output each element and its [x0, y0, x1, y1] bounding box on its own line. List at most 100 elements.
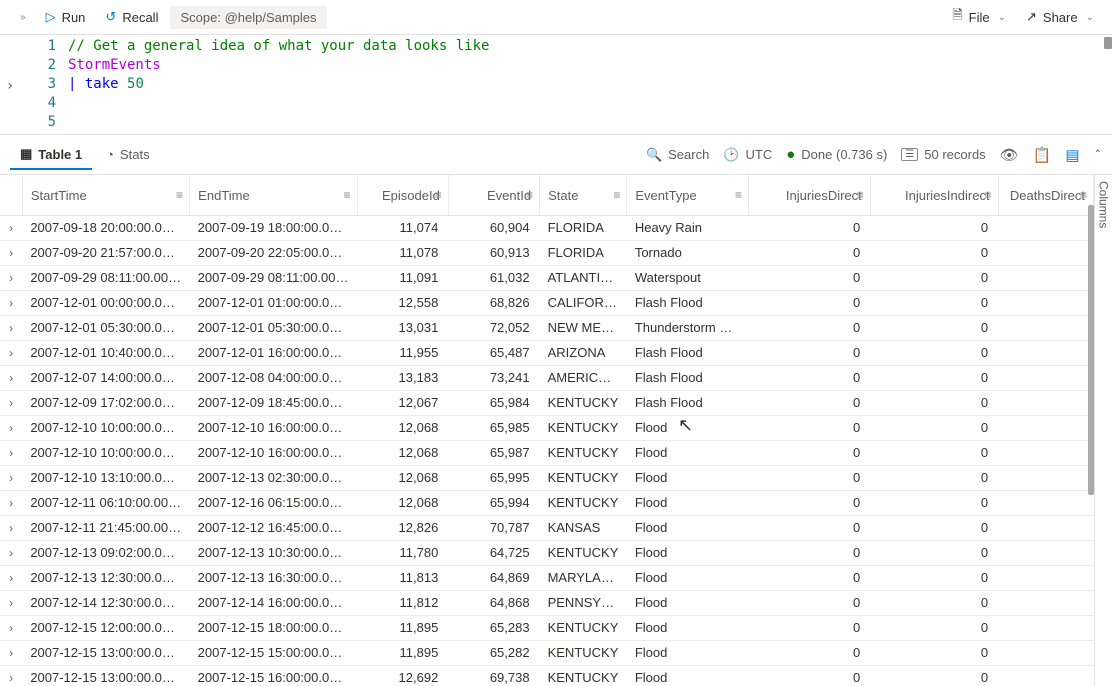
table-row[interactable]: ›2007-12-10 10:00:00.00002007-12-10 16:0…: [0, 440, 1094, 465]
filter-icon[interactable]: ≡: [857, 188, 864, 202]
editor-scrollbar-thumb[interactable]: [1104, 37, 1112, 49]
cell: 0: [870, 490, 998, 515]
cell: 2007-12-16 06:15:00.0000: [190, 490, 357, 515]
search-button[interactable]: 🔍 Search: [646, 147, 709, 163]
expand-row-icon[interactable]: ›: [0, 365, 22, 390]
expand-toolbar-button[interactable]: »: [10, 8, 34, 27]
cell: [998, 215, 1093, 240]
cell: 2007-12-10 13:10:00.0000: [22, 465, 189, 490]
code-line[interactable]: [68, 113, 1112, 132]
expand-row-icon[interactable]: ›: [0, 590, 22, 615]
table-row[interactable]: ›2007-12-15 13:00:00.00002007-12-15 16:0…: [0, 665, 1094, 686]
expand-row-icon[interactable]: ›: [0, 465, 22, 490]
columns-panel-toggle[interactable]: Columns: [1094, 175, 1112, 686]
code-area[interactable]: // Get a general idea of what your data …: [68, 37, 1112, 134]
table-row[interactable]: ›2007-12-10 10:00:00.00002007-12-10 16:0…: [0, 415, 1094, 440]
scope-selector[interactable]: Scope: @help/Samples: [170, 6, 326, 29]
expand-row-icon[interactable]: ›: [0, 415, 22, 440]
expand-row-icon[interactable]: ›: [0, 290, 22, 315]
column-header-StartTime[interactable]: StartTime≡: [22, 175, 189, 215]
filter-icon[interactable]: ≡: [435, 188, 442, 202]
cell: NEW MEX…: [540, 315, 627, 340]
column-header-DeathsDirect[interactable]: DeathsDirect≡: [998, 175, 1093, 215]
collapse-panel-icon[interactable]: ⌃: [1094, 149, 1102, 160]
expand-row-icon[interactable]: ›: [0, 315, 22, 340]
table-row[interactable]: ›2007-12-01 05:30:00.00002007-12-01 05:3…: [0, 315, 1094, 340]
table-scrollbar[interactable]: [1084, 205, 1094, 686]
filter-icon[interactable]: ≡: [176, 188, 183, 202]
table-row[interactable]: ›2007-12-15 13:00:00.00002007-12-15 15:0…: [0, 640, 1094, 665]
table-row[interactable]: ›2007-12-13 09:02:00.00002007-12-13 10:3…: [0, 540, 1094, 565]
run-button[interactable]: ▷ Run: [38, 5, 94, 29]
expand-row-icon[interactable]: ›: [0, 540, 22, 565]
expand-row-icon[interactable]: ›: [0, 440, 22, 465]
copy-icon[interactable]: 📋: [1033, 146, 1052, 164]
filter-icon[interactable]: ≡: [526, 188, 533, 202]
layout-icon[interactable]: ▤: [1065, 146, 1079, 164]
code-line[interactable]: [68, 94, 1112, 113]
expand-row-icon[interactable]: ›: [0, 340, 22, 365]
recall-button[interactable]: ↺ Recall: [97, 5, 166, 29]
table-row[interactable]: ›2007-12-15 12:00:00.00002007-12-15 18:0…: [0, 615, 1094, 640]
collapse-editor-button[interactable]: ›: [0, 37, 20, 134]
table-row[interactable]: ›2007-09-20 21:57:00.00002007-09-20 22:0…: [0, 240, 1094, 265]
header-row: StartTime≡EndTime≡EpisodeId≡EventId≡Stat…: [0, 175, 1094, 215]
column-header-EventId[interactable]: EventId≡: [448, 175, 539, 215]
column-header-expand[interactable]: [0, 175, 22, 215]
cell: 0: [749, 365, 871, 390]
cell: 61,032: [448, 265, 539, 290]
expand-row-icon[interactable]: ›: [0, 215, 22, 240]
expand-row-icon[interactable]: ›: [0, 565, 22, 590]
expand-row-icon[interactable]: ›: [0, 615, 22, 640]
table-row[interactable]: ›2007-09-29 08:11:00.00002007-09-29 08:1…: [0, 265, 1094, 290]
expand-row-icon[interactable]: ›: [0, 515, 22, 540]
filter-icon[interactable]: ≡: [735, 188, 742, 202]
table-row[interactable]: ›2007-09-18 20:00:00.00002007-09-19 18:0…: [0, 215, 1094, 240]
cell: 72,052: [448, 315, 539, 340]
code-line[interactable]: StormEvents: [68, 56, 1112, 75]
code-line[interactable]: // Get a general idea of what your data …: [68, 37, 1112, 56]
table-row[interactable]: ›2007-12-10 13:10:00.00002007-12-13 02:3…: [0, 465, 1094, 490]
column-header-InjuriesIndirect[interactable]: InjuriesIndirect≡: [870, 175, 998, 215]
table-row[interactable]: ›2007-12-11 21:45:00.00002007-12-12 16:4…: [0, 515, 1094, 540]
column-header-InjuriesDirect[interactable]: InjuriesDirect≡: [749, 175, 871, 215]
table-row[interactable]: ›2007-12-01 10:40:00.00002007-12-01 16:0…: [0, 340, 1094, 365]
filter-icon[interactable]: ≡: [985, 188, 992, 202]
column-header-EndTime[interactable]: EndTime≡: [190, 175, 357, 215]
table-row[interactable]: ›2007-12-13 12:30:00.00002007-12-13 16:3…: [0, 565, 1094, 590]
table-row[interactable]: ›2007-12-09 17:02:00.00002007-12-09 18:4…: [0, 390, 1094, 415]
table-row[interactable]: ›2007-12-11 06:10:00.00002007-12-16 06:1…: [0, 490, 1094, 515]
expand-row-icon[interactable]: ›: [0, 665, 22, 686]
expand-row-icon[interactable]: ›: [0, 240, 22, 265]
code-line[interactable]: | take 50: [68, 75, 1112, 94]
expand-row-icon[interactable]: ›: [0, 390, 22, 415]
cell: AMERICA…: [540, 365, 627, 390]
tab-table[interactable]: ▦ Table 1: [10, 140, 92, 170]
line-gutter: 12345: [20, 37, 68, 134]
table-row[interactable]: ›2007-12-01 00:00:00.00002007-12-01 01:0…: [0, 290, 1094, 315]
cell: Flood: [627, 440, 749, 465]
filter-icon[interactable]: ≡: [613, 188, 620, 202]
preview-icon[interactable]: 👁: [1000, 146, 1019, 164]
cell: 69,738: [448, 665, 539, 686]
table-row[interactable]: ›2007-12-07 14:00:00.00002007-12-08 04:0…: [0, 365, 1094, 390]
query-editor[interactable]: › 12345 // Get a general idea of what yo…: [0, 35, 1112, 135]
cell: 0: [870, 640, 998, 665]
filter-icon[interactable]: ≡: [344, 188, 351, 202]
cell: 2007-09-18 20:00:00.0000: [22, 215, 189, 240]
share-menu[interactable]: ↗ Share ⌄: [1018, 5, 1102, 29]
filter-icon[interactable]: ≡: [1080, 188, 1087, 202]
file-menu[interactable]: 🗎 File ⌄: [944, 2, 1014, 32]
expand-row-icon[interactable]: ›: [0, 265, 22, 290]
utc-label: UTC: [746, 147, 773, 162]
column-header-EpisodeId[interactable]: EpisodeId≡: [357, 175, 448, 215]
scope-prefix: Scope:: [180, 10, 220, 25]
tab-stats[interactable]: ◔ Stats: [96, 140, 159, 170]
expand-row-icon[interactable]: ›: [0, 490, 22, 515]
column-header-EventType[interactable]: EventType≡: [627, 175, 749, 215]
column-header-State[interactable]: State≡: [540, 175, 627, 215]
table-row[interactable]: ›2007-12-14 12:30:00.00002007-12-14 16:0…: [0, 590, 1094, 615]
timezone-button[interactable]: 🕑 UTC: [723, 147, 772, 163]
expand-row-icon[interactable]: ›: [0, 640, 22, 665]
record-count: ☰ 50 records: [901, 147, 985, 162]
